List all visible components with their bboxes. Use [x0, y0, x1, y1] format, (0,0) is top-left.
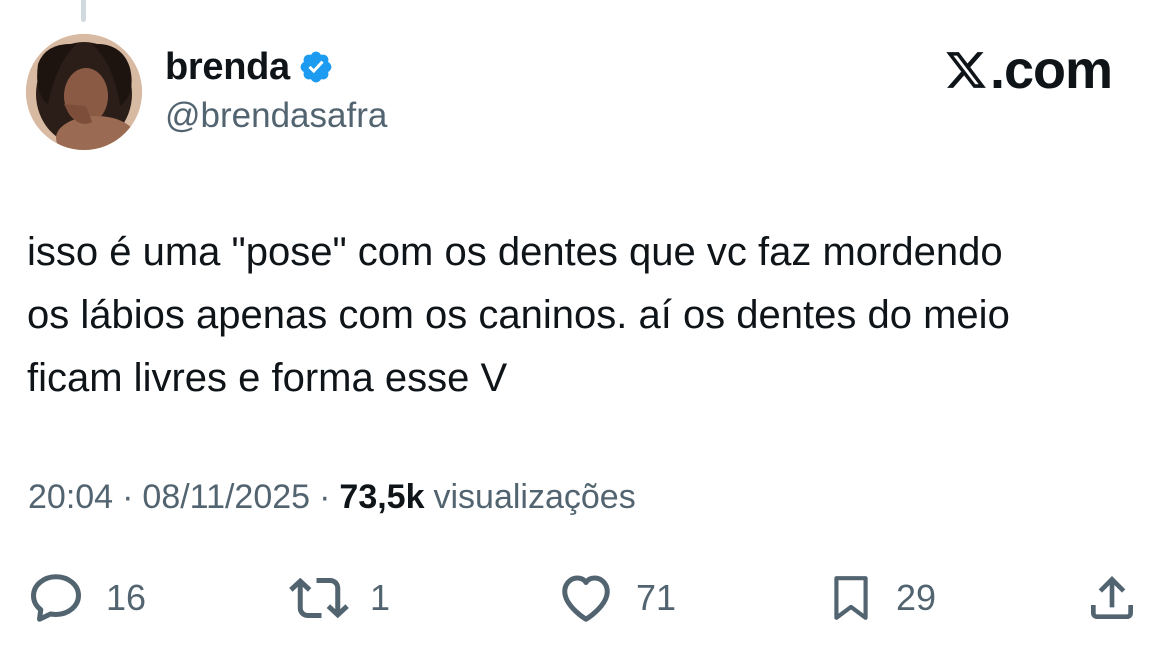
- heart-icon: [562, 575, 610, 622]
- retweet-button[interactable]: 1: [288, 570, 390, 626]
- x-logo-icon: [944, 48, 988, 92]
- meta-separator: ·: [122, 478, 134, 516]
- retweet-count: 1: [370, 577, 391, 618]
- share-icon: [1091, 576, 1133, 619]
- reply-count: 16: [106, 577, 147, 618]
- brand-domain-text: .com: [989, 40, 1113, 100]
- tweet-text: isso é uma "pose" com os dentes que vc f…: [27, 230, 1010, 400]
- retweet-icon: [289, 577, 349, 619]
- author-handle[interactable]: @brendasafra: [165, 96, 387, 136]
- tweet-time[interactable]: 20:04: [28, 478, 113, 517]
- verified-badge-icon: [298, 49, 334, 85]
- brand-watermark: .com: [944, 40, 1113, 100]
- author-display-name[interactable]: brenda: [165, 46, 290, 89]
- profile-photo: [26, 34, 142, 150]
- reply-button[interactable]: 16: [26, 570, 146, 626]
- author-name-row[interactable]: brenda: [165, 44, 334, 90]
- avatar[interactable]: [26, 34, 142, 150]
- meta-separator: ·: [319, 478, 331, 516]
- views-label: visualizações: [433, 478, 636, 516]
- reply-icon: [31, 574, 81, 622]
- tweet-action-bar: 16 1 71 29: [0, 570, 1170, 626]
- tweet-metadata: 20:04 · 08/11/2025 · 73,5k visualizações: [28, 478, 636, 517]
- views-count: 73,5k: [339, 478, 425, 516]
- bookmark-count: 29: [896, 577, 937, 618]
- bookmark-icon: [834, 576, 868, 620]
- like-count: 71: [636, 577, 677, 618]
- thread-connector-line: [81, 0, 86, 22]
- bookmark-button[interactable]: 29: [826, 570, 936, 626]
- like-button[interactable]: 71: [556, 570, 676, 626]
- tweet-date[interactable]: 08/11/2025: [142, 478, 310, 517]
- share-button[interactable]: [1084, 570, 1140, 626]
